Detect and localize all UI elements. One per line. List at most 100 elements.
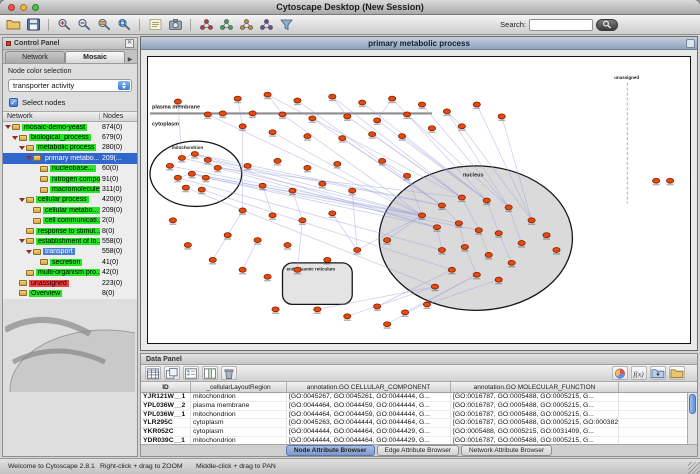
network-window-close-icon[interactable] [686, 39, 695, 48]
network-node[interactable] [329, 94, 336, 99]
window-titlebar[interactable]: Cytoscape Desktop (New Session) [0, 0, 700, 15]
snapshot-icon[interactable] [166, 17, 184, 33]
network-node[interactable] [553, 248, 560, 253]
tree-row-metabolic-process[interactable]: metabolic process280(0) [3, 143, 137, 153]
data-panel-header[interactable]: Data Panel [141, 354, 697, 365]
network-node[interactable] [324, 257, 331, 262]
network-node[interactable] [495, 231, 502, 236]
network-node[interactable] [178, 155, 185, 160]
network-node[interactable] [369, 132, 376, 137]
zoom-out-icon[interactable] [75, 17, 93, 33]
network-node[interactable] [438, 203, 445, 208]
attribute-file-icon[interactable] [669, 366, 685, 380]
tree-row-cellular-process[interactable]: cellular process420(0) [3, 195, 137, 205]
network-node[interactable] [461, 245, 468, 250]
column-header-cellularlayoutregion[interactable]: _cellularLayoutRegion [191, 382, 287, 392]
network-node[interactable] [498, 114, 505, 119]
network-node[interactable] [269, 130, 276, 135]
network-node[interactable] [374, 118, 381, 123]
tab-mosaic[interactable]: Mosaic [65, 51, 125, 63]
column-header-annotation-go-cellular-component[interactable]: annotation.GO CELLULAR_COMPONENT [287, 382, 451, 392]
network-node[interactable] [543, 233, 550, 238]
tree-row-macromolecule[interactable]: macromolecule...311(0) [3, 184, 137, 194]
network-node[interactable] [204, 157, 211, 162]
network-node[interactable] [384, 238, 391, 243]
network-node[interactable] [431, 284, 438, 289]
tab-overflow-arrow-icon[interactable]: ▶ [125, 56, 135, 63]
network-node[interactable] [309, 116, 316, 121]
tab-node-attribute-browser[interactable]: Node Attribute Browser [286, 445, 375, 456]
network-node[interactable] [344, 114, 351, 119]
expander-icon[interactable] [26, 156, 33, 160]
control-panel-close-icon[interactable]: ✕ [125, 39, 134, 48]
network-node[interactable] [448, 267, 455, 272]
tree-row-primary-metabo[interactable]: primary metabo...209(... [3, 153, 137, 163]
expander-icon[interactable] [19, 146, 26, 150]
network-node[interactable] [339, 136, 346, 141]
new-attribute-icon[interactable] [202, 366, 218, 380]
network-node[interactable] [264, 92, 271, 97]
search-input[interactable] [529, 19, 593, 31]
network-node[interactable] [239, 267, 246, 272]
network-node[interactable] [495, 277, 502, 282]
expander-icon[interactable] [19, 239, 26, 243]
network-node[interactable] [294, 267, 301, 272]
network-from-selection-icon[interactable] [237, 17, 255, 33]
new-network-icon[interactable] [217, 17, 235, 33]
table-row[interactable]: YPL036W__1mitochondrion[GO:0044464, GO:0… [141, 411, 687, 420]
open-icon[interactable] [4, 17, 22, 33]
network-node[interactable] [224, 233, 231, 238]
network-node[interactable] [272, 307, 279, 312]
network-node[interactable] [304, 165, 311, 170]
network-node[interactable] [508, 260, 515, 265]
network-node[interactable] [264, 274, 271, 279]
tree-row-overview[interactable]: Overview8(0) [3, 288, 137, 298]
float-panel-icon[interactable] [6, 41, 11, 46]
network-node[interactable] [284, 243, 291, 248]
zoom-in-icon[interactable] [55, 17, 73, 33]
network-node[interactable] [666, 178, 673, 183]
tree-row-biological-process[interactable]: biological_process679(0) [3, 132, 137, 142]
network-node[interactable] [443, 109, 450, 114]
network-node[interactable] [458, 124, 465, 129]
network-node[interactable] [374, 304, 381, 309]
network-node[interactable] [184, 243, 191, 248]
network-node[interactable] [428, 126, 435, 131]
network-node[interactable] [354, 248, 361, 253]
network-node[interactable] [169, 218, 176, 223]
network-canvas[interactable]: plasma membrane cytoplasm mitochondrion … [148, 57, 690, 343]
network-node[interactable] [473, 102, 480, 107]
resize-grip[interactable] [688, 462, 700, 474]
network-node[interactable] [254, 238, 261, 243]
network-node[interactable] [174, 99, 181, 104]
expander-icon[interactable] [26, 250, 33, 254]
table-row[interactable]: YDR039C__1mitochondrion[GO:0044444, GO:0… [141, 437, 687, 444]
select-attributes-icon[interactable] [183, 366, 199, 380]
table-row[interactable]: YJR121W__1mitochondrion[GO:0045267, GO:0… [141, 393, 687, 402]
network-node[interactable] [359, 100, 366, 105]
network-node[interactable] [349, 188, 356, 193]
network-node[interactable] [423, 302, 430, 307]
network-node[interactable] [653, 178, 660, 183]
network-node[interactable] [458, 195, 465, 200]
column-header-annotation-go-molecular-function[interactable]: annotation.GO MOLECULAR_FUNCTION [451, 382, 619, 392]
node-color-dropdown[interactable]: transporter activity [8, 79, 132, 92]
network-node[interactable] [403, 173, 410, 178]
attribute-import-icon[interactable] [650, 366, 666, 380]
select-nodes-checkbox[interactable]: ✓ [9, 98, 18, 107]
expander-icon[interactable] [5, 125, 12, 129]
tree-row-transport[interactable]: transport558(0) [3, 247, 137, 257]
network-node[interactable] [518, 241, 525, 246]
network-node[interactable] [379, 158, 386, 163]
tree-row-response-to-stimul[interactable]: response to stimul...8(0) [3, 226, 137, 236]
network-node[interactable] [344, 314, 351, 319]
network-node[interactable] [188, 171, 195, 176]
save-icon[interactable] [24, 17, 42, 33]
network-node[interactable] [274, 158, 281, 163]
network-window-titlebar[interactable]: primary metabolic process [141, 37, 697, 50]
network-node[interactable] [528, 218, 535, 223]
tree-row-establishment-of-lo[interactable]: establishment of lo...558(0) [3, 236, 137, 246]
network-node[interactable] [433, 225, 440, 230]
network-node[interactable] [475, 228, 482, 233]
network-node[interactable] [304, 134, 311, 139]
